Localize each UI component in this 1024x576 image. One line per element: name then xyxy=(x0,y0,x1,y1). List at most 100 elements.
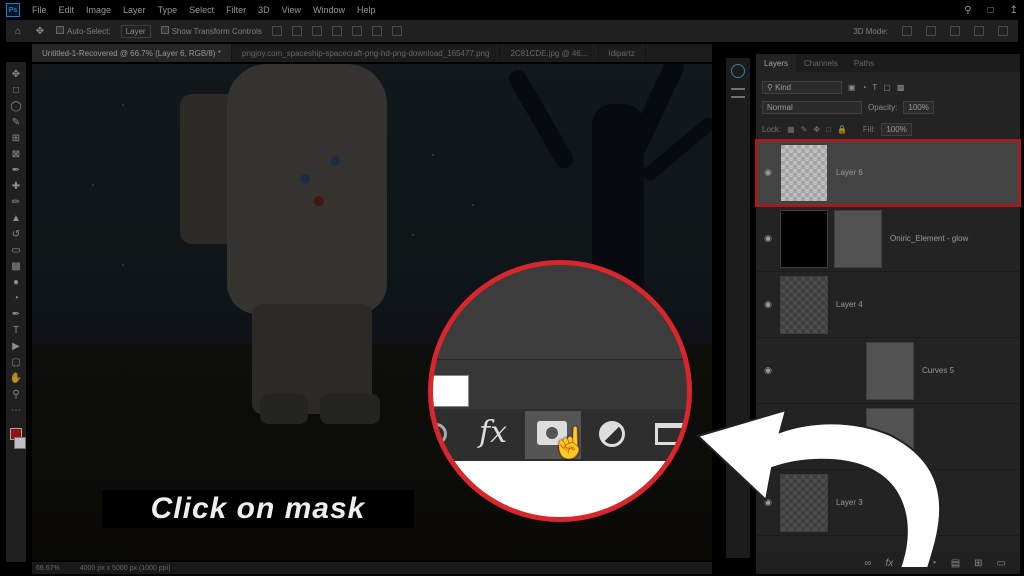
menu-image[interactable]: Image xyxy=(86,5,111,15)
lasso-tool-icon[interactable]: ◯ xyxy=(10,100,22,112)
workspace-icon[interactable]: □ xyxy=(988,5,994,16)
eraser-tool-icon[interactable]: ▭ xyxy=(10,244,22,256)
tab-paths[interactable]: Paths xyxy=(846,59,882,68)
fill-label: Fill: xyxy=(862,124,876,134)
smart-object-filter-icon[interactable]: ▩ xyxy=(897,83,905,92)
window-controls: ⚲ □ ↥ xyxy=(964,5,1018,16)
color-panel-icon[interactable] xyxy=(731,64,745,78)
menu-filter[interactable]: Filter xyxy=(226,5,246,15)
dodge-tool-icon[interactable]: ◔ xyxy=(10,292,22,304)
fill-input[interactable]: 100% xyxy=(881,122,912,136)
auto-select-checkbox[interactable]: Auto-Select: xyxy=(56,26,111,36)
orbit-icon[interactable] xyxy=(902,26,912,36)
more-options-icon[interactable] xyxy=(391,26,402,36)
type-tool-icon[interactable]: T xyxy=(10,324,22,336)
quick-select-tool-icon[interactable]: ✎ xyxy=(10,116,22,128)
lock-image-icon[interactable]: ✎ xyxy=(801,125,808,134)
align-right-icon[interactable] xyxy=(311,26,322,36)
tab-spaceship-png[interactable]: pngjoy.com_spaceship-spacecraft-png-hd-p… xyxy=(232,44,501,62)
home-icon[interactable]: ⌂ xyxy=(12,25,24,37)
blend-mode-dropdown[interactable]: Normal xyxy=(762,100,862,114)
roll-icon[interactable] xyxy=(926,26,936,36)
auto-select-dropdown[interactable]: Layer xyxy=(120,24,151,38)
hand-tool-icon[interactable]: ✋ xyxy=(10,372,22,384)
shape-tool-icon[interactable]: ▢ xyxy=(10,356,22,368)
lock-all-icon[interactable]: 🔒 xyxy=(837,125,847,134)
history-brush-icon[interactable]: ↺ xyxy=(10,228,22,240)
blur-tool-icon[interactable]: ● xyxy=(10,276,22,288)
layer-mask-thumbnail[interactable] xyxy=(834,209,882,268)
align-bottom-icon[interactable] xyxy=(371,26,382,36)
lock-transparent-icon[interactable]: ▦ xyxy=(787,125,795,134)
trash-icon[interactable]: ▭ xyxy=(997,558,1006,569)
align-middle-icon[interactable] xyxy=(351,26,362,36)
opacity-input[interactable]: 100% xyxy=(903,100,934,114)
tab-untitled-recovered[interactable]: Untitled-1-Recovered @ 66.7% (Layer 6, R… xyxy=(32,44,232,62)
lock-artboard-icon[interactable]: □ xyxy=(826,125,831,134)
pixel-filter-icon[interactable]: ▣ xyxy=(848,83,856,92)
menu-layer[interactable]: Layer xyxy=(123,5,146,15)
visibility-eye-icon[interactable]: ◉ xyxy=(756,233,780,244)
move-tool-icon[interactable]: ✥ xyxy=(10,68,22,80)
magnified-thumbnail xyxy=(433,375,469,407)
zoom-tool-icon[interactable]: ⚲ xyxy=(10,388,22,400)
document-tabs: Untitled-1-Recovered @ 66.7% (Layer 6, R… xyxy=(32,44,712,62)
lock-row: Lock: ▦ ✎ ✥ □ 🔒 Fill: 100% xyxy=(762,122,1012,136)
adjustment-filter-icon[interactable]: ◔ xyxy=(862,83,867,92)
search-icon[interactable]: ⚲ xyxy=(964,5,971,16)
align-center-icon[interactable] xyxy=(291,26,302,36)
menu-type[interactable]: Type xyxy=(158,5,178,15)
frame-tool-icon[interactable]: ⊠ xyxy=(10,148,22,160)
transform-controls-checkbox[interactable]: Show Transform Controls xyxy=(160,26,262,36)
kind-filter-dropdown[interactable]: ⚲ Kind xyxy=(762,80,842,94)
pen-tool-icon[interactable]: ✒ xyxy=(10,308,22,320)
tutorial-caption: Click on mask xyxy=(102,490,414,528)
share-icon[interactable]: ↥ xyxy=(1010,5,1018,16)
menu-file[interactable]: File xyxy=(32,5,47,15)
tab-idipartz[interactable]: Idipartz xyxy=(599,44,646,62)
menu-3d[interactable]: 3D xyxy=(258,5,270,15)
curved-arrow-icon xyxy=(696,408,942,569)
lock-position-icon[interactable]: ✥ xyxy=(813,125,820,134)
kind-filter-label: Kind xyxy=(775,82,792,92)
gradient-tool-icon[interactable]: ▩ xyxy=(10,260,22,272)
tab-layers[interactable]: Layers xyxy=(756,54,797,72)
healing-tool-icon[interactable]: ✚ xyxy=(10,180,22,192)
layer-row-oniric-glow[interactable]: ◉ Oniric_Element - glow xyxy=(756,206,1020,272)
type-filter-icon[interactable]: T xyxy=(872,83,877,92)
layers-panel-tabs: Layers Channels Paths xyxy=(756,54,1020,72)
background-color-swatch[interactable] xyxy=(14,437,26,449)
menu-view[interactable]: View xyxy=(282,5,301,15)
pan-icon[interactable] xyxy=(950,26,960,36)
photoshop-logo-icon: Ps xyxy=(6,3,20,17)
shape-filter-icon[interactable]: ▢ xyxy=(883,83,891,92)
brush-tool-icon[interactable]: ✏ xyxy=(10,196,22,208)
zoom-magnifier: fx ☝ xyxy=(428,260,692,522)
align-top-icon[interactable] xyxy=(331,26,342,36)
visibility-eye-icon[interactable]: ◉ xyxy=(756,299,780,310)
align-left-icon[interactable] xyxy=(271,26,282,36)
zoom-level[interactable]: 66.67% xyxy=(36,565,60,572)
tab-channels[interactable]: Channels xyxy=(796,59,846,68)
marquee-tool-icon[interactable]: □ xyxy=(10,84,22,96)
crop-tool-icon[interactable]: ⊞ xyxy=(10,132,22,144)
properties-panel-icon[interactable] xyxy=(731,88,745,98)
tab-2c81cde-jpg[interactable]: 2C81CDE.jpg @ 46... xyxy=(500,44,599,62)
more-tools-icon[interactable]: ⋯ xyxy=(10,404,22,416)
layer-row-layer-4[interactable]: ◉ Layer 4 xyxy=(756,272,1020,338)
menu-window[interactable]: Window xyxy=(313,5,345,15)
menu-edit[interactable]: Edit xyxy=(59,5,75,15)
status-bar: 66.67% 4000 px x 5000 px (1000 ppi) xyxy=(32,562,712,574)
slide-icon[interactable] xyxy=(974,26,984,36)
layer-row-layer-6[interactable]: ◉ Layer 6 xyxy=(755,139,1021,207)
stamp-tool-icon[interactable]: ▲ xyxy=(10,212,22,224)
layer-thumbnail xyxy=(780,275,828,334)
layer-thumbnail xyxy=(780,143,828,202)
eyedropper-tool-icon[interactable]: ✒ xyxy=(10,164,22,176)
visibility-eye-icon[interactable]: ◉ xyxy=(756,167,780,178)
menu-help[interactable]: Help xyxy=(357,5,376,15)
menu-select[interactable]: Select xyxy=(189,5,214,15)
move-tool-icon[interactable]: ✥ xyxy=(34,25,46,37)
path-select-tool-icon[interactable]: ▶ xyxy=(10,340,22,352)
scale-icon[interactable] xyxy=(998,26,1008,36)
